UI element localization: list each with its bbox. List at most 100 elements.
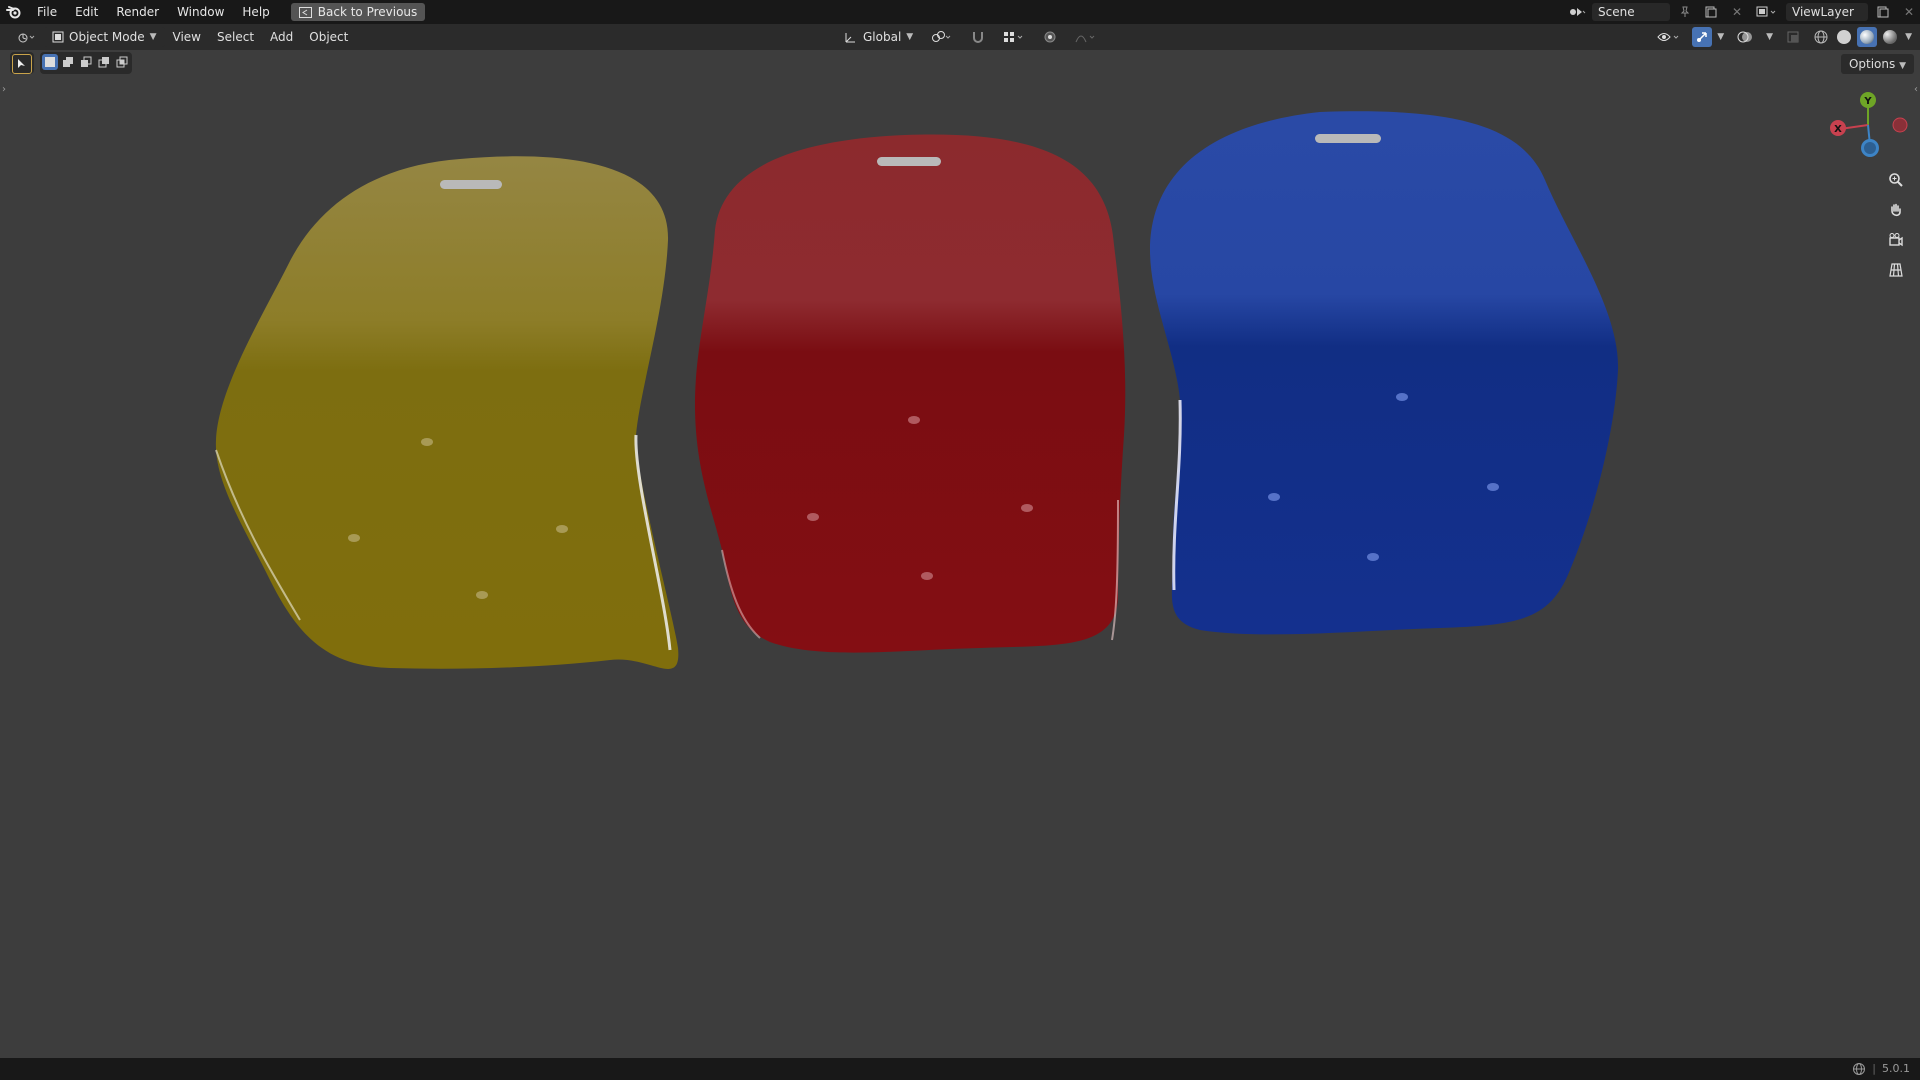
yellow-seat-hole — [476, 591, 488, 599]
options-dropdown[interactable]: Options ▼ — [1840, 54, 1914, 74]
xray-icon — [1787, 31, 1799, 43]
transform-orientation-label: Global — [863, 30, 902, 44]
yellow-seat-hole — [348, 534, 360, 542]
rendered-sphere-icon — [1883, 30, 1898, 44]
selection-mode-subtract[interactable] — [78, 54, 94, 70]
snap-grid-icon — [1004, 32, 1023, 42]
selection-mode-intersect[interactable] — [114, 54, 130, 70]
editor-type-button[interactable] — [10, 27, 44, 47]
yellow-seat-hole — [421, 438, 433, 446]
menu-select[interactable]: Select — [209, 27, 262, 47]
delete-view-layer-icon[interactable]: ✕ — [1898, 3, 1920, 21]
red-seat-shell — [694, 134, 1126, 653]
falloff-dropdown[interactable] — [1067, 27, 1105, 47]
blender-logo-icon[interactable] — [0, 0, 28, 24]
zoom-icon[interactable] — [1883, 167, 1909, 193]
view-layer-selector-icon[interactable] — [1752, 3, 1782, 21]
chevron-down-icon: ▼ — [1905, 32, 1912, 42]
options-label: Options — [1848, 57, 1896, 71]
screen-back-icon — [298, 6, 312, 18]
shading-dropdown[interactable]: ▼ — [1903, 27, 1914, 47]
back-button-label: Back to Previous — [317, 5, 418, 19]
hand-icon[interactable] — [1883, 197, 1909, 223]
new-scene-icon[interactable] — [1700, 3, 1722, 21]
snap-target-dropdown[interactable] — [995, 27, 1033, 47]
snap-toggle[interactable] — [963, 27, 993, 47]
delete-scene-icon[interactable]: ✕ — [1726, 3, 1748, 21]
header-center-tools: Global ▼ — [836, 24, 1105, 50]
camera-icon[interactable] — [1883, 227, 1909, 253]
shading-material[interactable] — [1857, 27, 1878, 47]
select-new-icon — [45, 57, 55, 67]
scene-selector-icon[interactable] — [1566, 3, 1588, 21]
menu-window[interactable]: Window — [168, 0, 233, 24]
menu-help[interactable]: Help — [233, 0, 278, 24]
proportional-icon — [1044, 31, 1056, 43]
scene-name-field[interactable]: Scene — [1592, 3, 1670, 21]
visibility-dropdown[interactable] — [1649, 27, 1689, 47]
red-seat-slot — [877, 157, 941, 166]
navigation-gizmo[interactable]: Y X — [1830, 92, 1908, 157]
overlays-dropdown[interactable]: ▼ — [1764, 27, 1775, 47]
yellow-seat-hole — [556, 525, 568, 533]
header-right-tools: ▼ ▼ ▼ — [1649, 24, 1914, 50]
shading-wireframe[interactable] — [1811, 27, 1831, 47]
globe-icon — [1853, 1063, 1866, 1075]
yellow-seat-shell — [215, 156, 679, 669]
pivot-point-dropdown[interactable] — [923, 27, 961, 47]
back-to-previous-button[interactable]: Back to Previous — [290, 3, 426, 21]
selection-mode-invert[interactable] — [96, 54, 112, 70]
eye-icon — [1657, 33, 1679, 41]
menu-view[interactable]: View — [165, 27, 209, 47]
wireframe-sphere-icon — [1814, 30, 1828, 44]
gizmo-x-label: X — [1834, 124, 1842, 135]
red-seat-hole — [921, 572, 933, 580]
select-tool-group — [10, 52, 34, 74]
menu-add[interactable]: Add — [262, 27, 301, 47]
gizmo-axis-z-inner — [1864, 142, 1876, 154]
select-cursor-tool[interactable] — [12, 54, 32, 74]
menu-edit[interactable]: Edit — [66, 0, 107, 24]
yellow-seat[interactable] — [215, 156, 679, 669]
gizmo-dropdown[interactable]: ▼ — [1715, 27, 1726, 47]
blue-seat-hole — [1268, 493, 1280, 501]
version-info: | 5.0.1 — [1852, 1058, 1910, 1080]
object-mode-dropdown[interactable]: Object Mode ▼ — [44, 27, 165, 47]
overlays-icon — [1737, 31, 1753, 43]
gizmo-axis-neg-x[interactable] — [1892, 117, 1908, 133]
blue-seat[interactable] — [1150, 111, 1619, 635]
view-layer-name-field[interactable]: ViewLayer — [1786, 3, 1868, 21]
right-sidebar-toggle-icon[interactable]: ‹ — [1914, 84, 1918, 95]
viewport-canvas[interactable]: Y X — [0, 50, 1920, 1058]
new-view-layer-icon[interactable] — [1872, 3, 1894, 21]
pin-icon[interactable] — [1674, 3, 1696, 21]
shading-rendered[interactable] — [1880, 27, 1900, 47]
shading-solid[interactable] — [1834, 27, 1854, 47]
select-intersect-icon — [116, 56, 128, 68]
overlays-toggle[interactable] — [1729, 27, 1761, 47]
transform-orientation-dropdown[interactable]: Global ▼ — [836, 27, 921, 47]
xray-toggle[interactable] — [1778, 27, 1808, 47]
proportional-editing-toggle[interactable] — [1035, 27, 1065, 47]
red-seat[interactable] — [694, 134, 1126, 653]
selection-mode-new[interactable] — [42, 54, 58, 70]
chevron-down-icon: ▼ — [1899, 61, 1906, 71]
tool-settings-row — [10, 52, 132, 74]
menu-render[interactable]: Render — [107, 0, 168, 24]
orientation-axes-icon — [845, 33, 855, 43]
topbar-right: Scene ✕ ViewLayer ✕ — [1566, 0, 1920, 24]
grid-icon[interactable] — [1883, 257, 1909, 283]
menu-object[interactable]: Object — [301, 27, 356, 47]
select-extend-icon — [63, 57, 73, 67]
blue-seat-hole — [1367, 553, 1379, 561]
gizmo-toggle[interactable] — [1692, 27, 1713, 47]
3d-viewport[interactable]: Y X › ‹ — [0, 50, 1920, 1058]
blue-seat-shell — [1150, 111, 1619, 635]
material-sphere-icon — [1860, 30, 1875, 44]
left-sidebar-toggle-icon[interactable]: › — [2, 84, 6, 95]
pivot-link-icon — [932, 31, 951, 42]
chevron-down-icon: ▼ — [1766, 32, 1774, 42]
selection-mode-extend[interactable] — [60, 54, 76, 70]
chevron-down-icon: ▼ — [149, 32, 157, 42]
menu-file[interactable]: File — [28, 0, 66, 24]
